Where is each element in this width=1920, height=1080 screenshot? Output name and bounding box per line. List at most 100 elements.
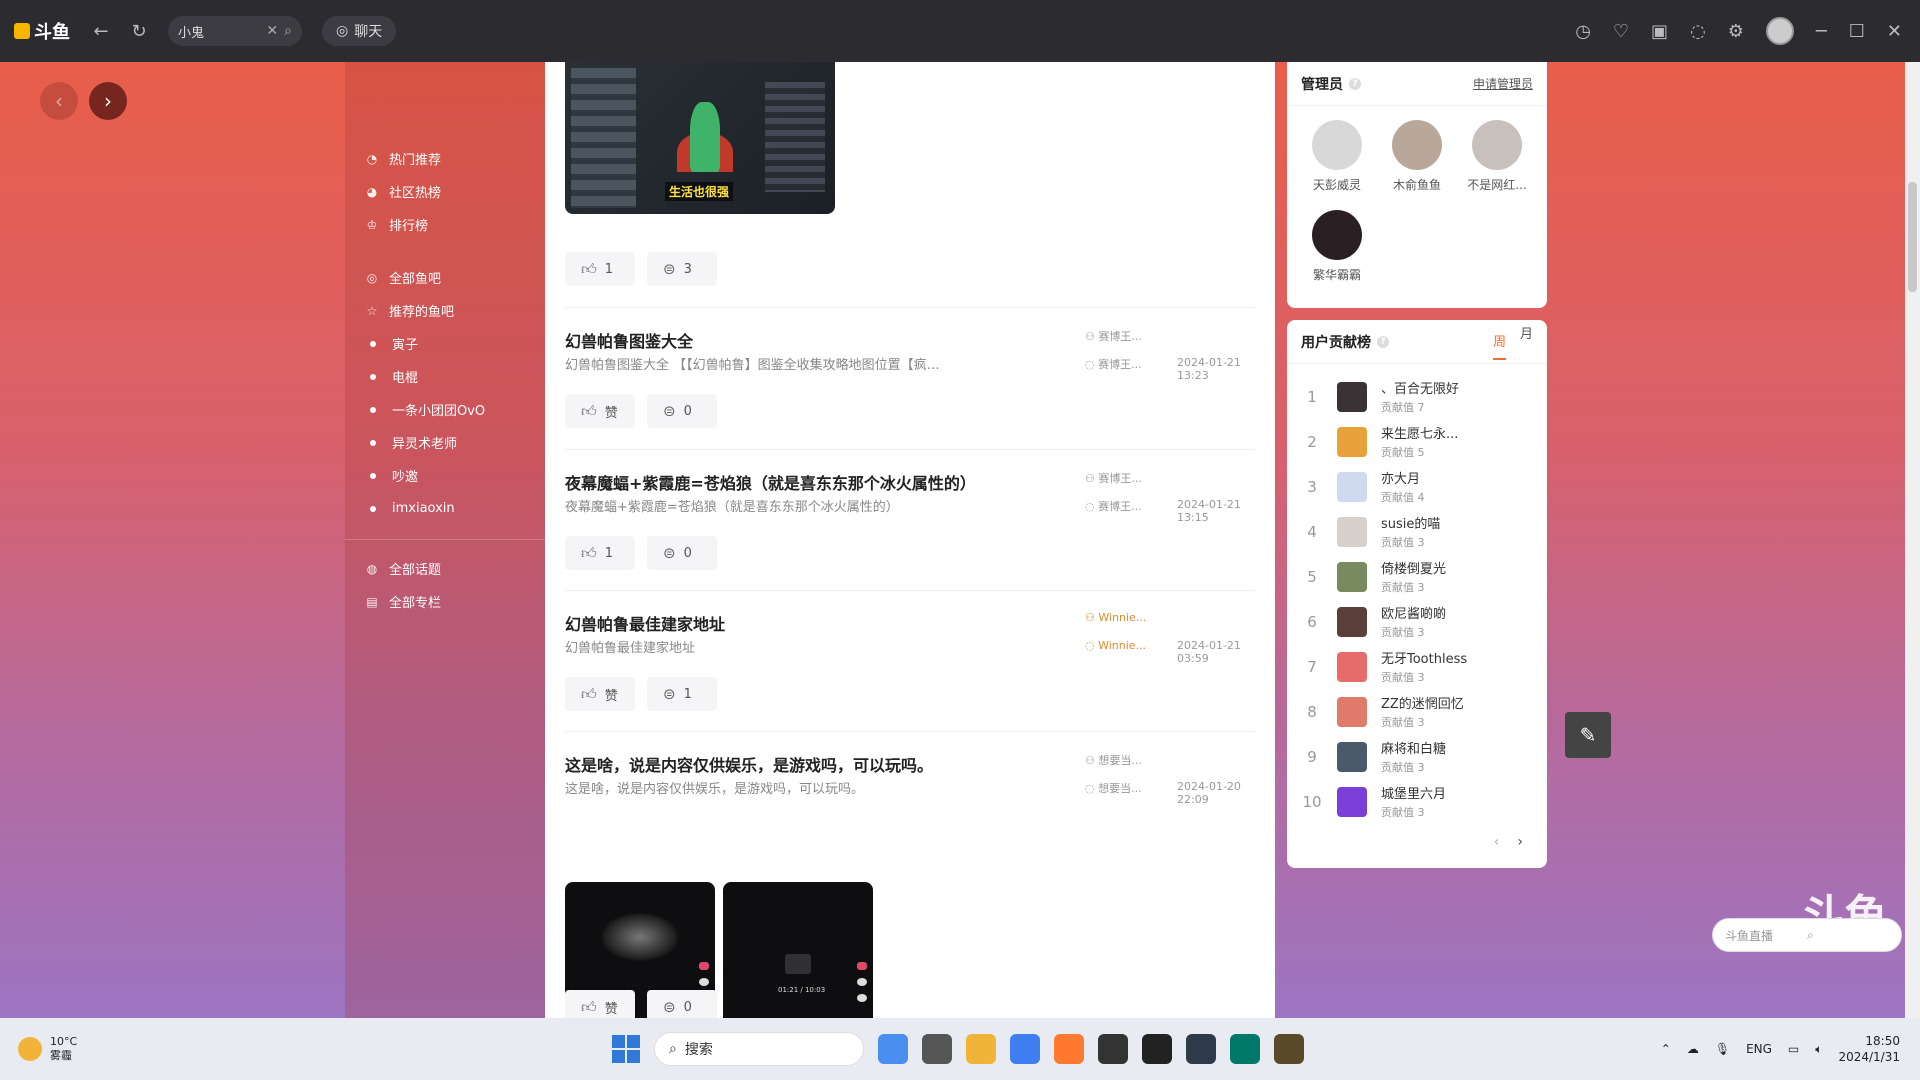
post-author[interactable]: ⚇ 想要当... [1085,752,1142,768]
clear-icon[interactable]: ✕ [266,23,278,39]
user-avatar[interactable] [1765,17,1794,45]
post-image-thumbnail[interactable]: 生活也很强 [565,62,835,214]
app-icon[interactable] [1098,1034,1128,1064]
comment-button[interactable]: ⊜ 3 [647,252,717,286]
message-icon[interactable]: ◌ [1690,21,1706,42]
sidebar-item-community-hot[interactable]: ◕ 社区热榜 [345,175,545,208]
rank-row[interactable]: 7 无牙Toothless 贡献值 3 [1301,644,1533,689]
heart-icon[interactable]: ♡ [1613,21,1629,42]
post-replier[interactable]: ◌ Winnie... [1085,639,1146,652]
admin-item[interactable]: 不是网红... [1457,120,1537,210]
post-replier[interactable]: ◌ 赛博王... [1085,356,1142,372]
rank-row[interactable]: 10 城堡里六月 贡献值 3 [1301,779,1533,824]
taskbar-search[interactable]: ⌕ 搜索 [654,1032,864,1066]
post-video-thumbnail[interactable]: 01:21 / 10:03 [723,882,873,1018]
apply-admin-link[interactable]: 申请管理员 [1473,75,1533,92]
post-title[interactable]: 幻兽帕鲁图鉴大全 [565,328,693,352]
sidebar-sub-item[interactable]: imxiaoxin [345,492,545,525]
refresh-icon[interactable]: ↻ [128,21,150,42]
rank-row[interactable]: 1 、百合无限好 贡献值 7 [1301,374,1533,419]
post-title[interactable]: 夜幕魔蝠+紫霞鹿=苍焰狼（就是喜东东那个冰火属性的） [565,470,976,494]
steam-icon[interactable] [1186,1034,1216,1064]
sidebar-sub-item[interactable]: 寅子 [345,327,545,360]
maximize-icon[interactable]: ☐ [1849,21,1865,42]
help-icon[interactable]: ? [1377,335,1389,348]
app-icon[interactable] [878,1034,908,1064]
next-page-icon[interactable]: › [1517,834,1523,850]
admin-item[interactable]: 天彭威灵 [1297,120,1377,210]
live-search-input[interactable]: 斗鱼直播 ⌕ [1712,918,1902,952]
prev-arrow-button[interactable]: ‹ [40,82,78,120]
search-input[interactable]: 小鬼 ✕ ⌕ [168,16,302,46]
voice-app-icon[interactable] [1142,1034,1172,1064]
tab-month[interactable]: 月 [1520,323,1533,360]
post-author[interactable]: ⚇ 赛博王... [1085,470,1142,486]
tab-week[interactable]: 周 [1492,331,1506,360]
volume-icon[interactable]: 🔈︎ [1815,1042,1822,1057]
windows-start-icon[interactable] [612,1035,640,1063]
sidebar-item-recommended-bars[interactable]: ☆ 推荐的鱼吧 [345,294,545,327]
sidebar-item-all-bars[interactable]: ◎ 全部鱼吧 [345,261,545,294]
app-icon[interactable] [1230,1034,1260,1064]
post-item[interactable]: 这是啥，说是内容仅供娱乐，是游戏吗，可以玩吗。 这是啥，说是内容仅供娱乐，是游戏… [565,731,1255,871]
comment-button[interactable]: ⊜ 1 [647,677,717,711]
comment-button[interactable]: ⊜ 0 [647,990,717,1018]
post-author[interactable]: ⚇ Winnie... [1085,611,1146,624]
douyu-logo[interactable]: 斗鱼 [14,18,74,44]
sidebar-item-hot[interactable]: ◔ 热门推荐 [345,142,545,175]
rank-row[interactable]: 9 麻将和白糖 贡献值 3 [1301,734,1533,779]
scrollbar[interactable] [1905,62,1920,1018]
post-replier[interactable]: ◌ 赛博王... [1085,498,1142,514]
post-author[interactable]: ⚇ 赛博王... [1085,328,1142,344]
settings-icon[interactable]: ⚙ [1728,21,1744,42]
search-icon[interactable]: ⌕ [284,23,292,39]
scrollbar-thumb[interactable] [1908,182,1917,292]
rank-row[interactable]: 6 欧尼酱啲啲 贡献值 3 [1301,599,1533,644]
rank-row[interactable]: 2 来生愿七永... 贡献值 5 [1301,419,1533,464]
admin-item[interactable]: 繁华霸霸 [1297,210,1377,300]
rank-row[interactable]: 5 倚楼倒夏光 贡献值 3 [1301,554,1533,599]
chevron-up-icon[interactable]: ⌃ [1661,1042,1671,1056]
rank-row[interactable]: 8 ZZ的迷惘回忆 贡献值 3 [1301,689,1533,734]
sidebar-item-all-columns[interactable]: ▤ 全部专栏 [345,585,545,618]
post-title[interactable]: 这是啥，说是内容仅供娱乐，是游戏吗，可以玩吗。 [565,752,933,776]
post-replier[interactable]: ◌ 想要当... [1085,780,1142,796]
sidebar-item-ranking[interactable]: ♔ 排行榜 [345,208,545,241]
help-icon[interactable]: ? [1349,77,1361,90]
search-icon[interactable]: ⌕ [1807,928,1889,943]
admin-item[interactable]: 木俞鱼鱼 [1377,120,1457,210]
display-icon[interactable]: ▭ [1788,1042,1799,1056]
language-indicator[interactable]: ENG [1746,1042,1772,1056]
chat-button[interactable]: ◎ 聊天 [322,16,397,46]
sidebar-sub-item[interactable]: 电棍 [345,360,545,393]
network-icon[interactable]: ☁ [1687,1042,1699,1056]
like-button[interactable]: 👍︎ 赞 [565,990,635,1018]
like-button[interactable]: 👍︎ 赞 [565,394,635,428]
like-button[interactable]: 👍︎ 1 [565,252,635,286]
clock[interactable]: 18:50 2024/1/31 [1838,1033,1900,1065]
app-icon[interactable] [1010,1034,1040,1064]
app-icon[interactable] [922,1034,952,1064]
rank-row[interactable]: 4 susie的喵 贡献值 3 [1301,509,1533,554]
comment-button[interactable]: ⊜ 0 [647,536,717,570]
sidebar-item-all-topics[interactable]: ◍ 全部话题 [345,552,545,585]
next-arrow-button[interactable]: › [89,82,127,120]
douyu-app-icon[interactable] [1054,1034,1084,1064]
rank-row[interactable]: 3 亦大月 贡献值 4 [1301,464,1533,509]
create-post-button[interactable]: ✎ [1565,712,1611,758]
like-button[interactable]: 👍︎ 赞 [565,677,635,711]
weather-widget[interactable]: 10°C 雾霾 [18,1035,77,1063]
play-icon[interactable] [785,954,811,974]
post-title[interactable]: 幻兽帕鲁最佳建家地址 [565,611,725,635]
sidebar-sub-item[interactable]: 异灵术老师 [345,426,545,459]
calendar-icon[interactable]: ▣ [1651,21,1668,42]
comment-button[interactable]: ⊜ 0 [647,394,717,428]
back-arrow-icon[interactable]: ← [90,21,112,42]
prev-page-icon[interactable]: ‹ [1494,834,1500,850]
app-icon[interactable] [1274,1034,1304,1064]
minimize-icon[interactable]: ─ [1816,21,1827,42]
folder-icon[interactable] [966,1034,996,1064]
close-icon[interactable]: ✕ [1887,21,1902,42]
sidebar-sub-item[interactable]: 吵邀 [345,459,545,492]
sidebar-sub-item[interactable]: 一条小团团OvO [345,393,545,426]
